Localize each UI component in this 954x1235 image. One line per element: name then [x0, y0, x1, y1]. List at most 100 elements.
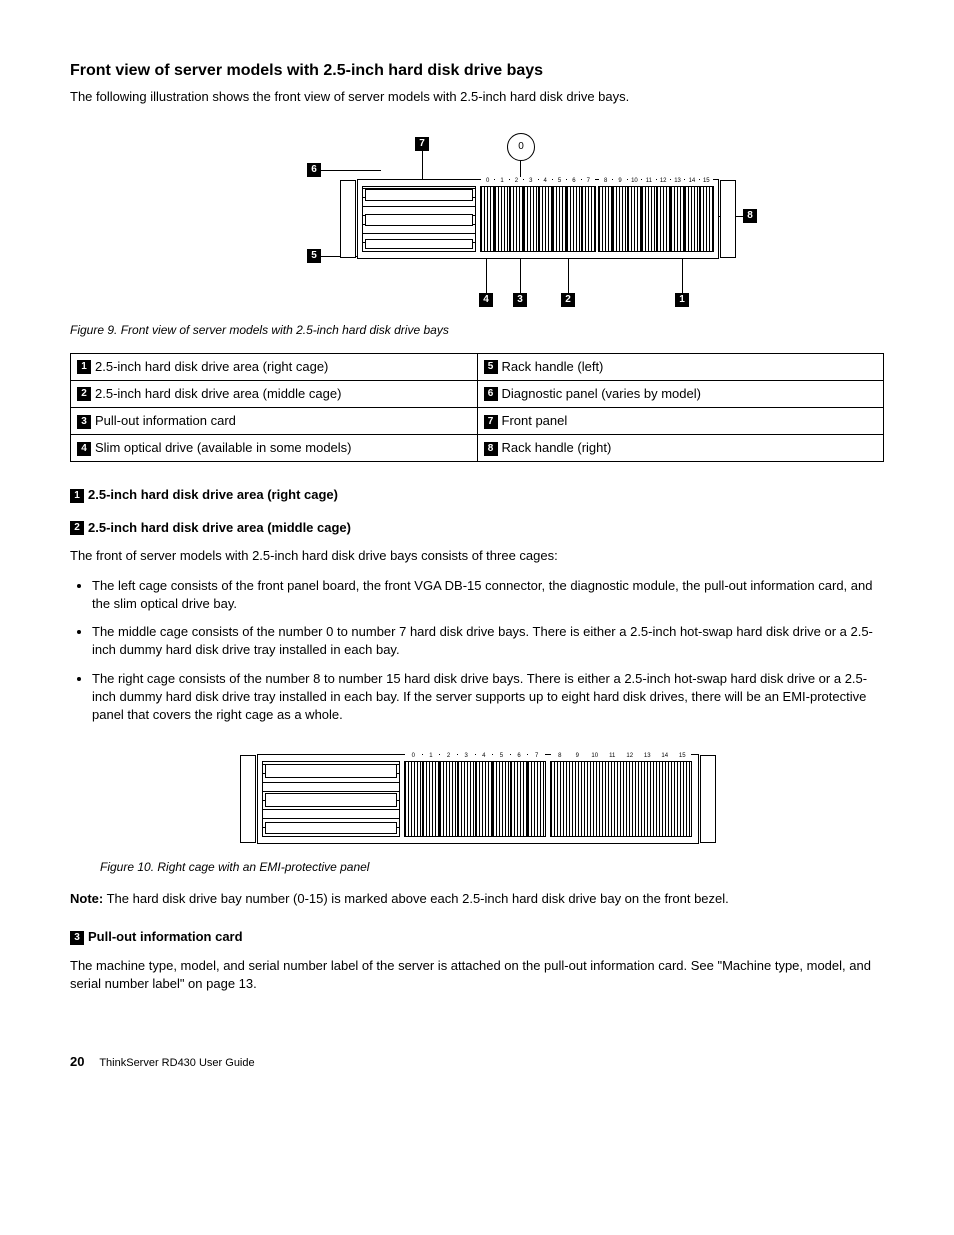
callout-5-badge: 5 [307, 249, 321, 263]
page-number: 20 [70, 1054, 84, 1069]
figure-9-caption: Figure 9. Front view of server models wi… [70, 322, 884, 339]
bay-label: 12 [657, 177, 670, 185]
page-footer: 20 ThinkServer RD430 User Guide [70, 1053, 884, 1071]
callout-1-badge: 1 [675, 293, 689, 307]
bay-label: 11 [642, 177, 655, 185]
bay-label: 1 [423, 752, 440, 760]
badge-3: 3 [77, 415, 91, 429]
left-cage-inner [263, 762, 399, 836]
bay-label: 14 [656, 752, 674, 760]
bullet-left-cage: The left cage consists of the front pane… [92, 577, 884, 613]
section-intro: The following illustration shows the fro… [70, 88, 884, 106]
bullet-right-cage: The right cage consists of the number 8 … [92, 670, 884, 725]
badge-1: 1 [77, 360, 91, 374]
bay-label: 4 [476, 752, 493, 760]
bay-label: 10 [628, 177, 641, 185]
leader-6 [321, 170, 381, 171]
badge-5: 5 [484, 360, 498, 374]
callout-6-badge: 6 [307, 163, 321, 177]
badge-8: 8 [484, 442, 498, 456]
bay-label: 1 [495, 177, 508, 185]
leader-4 [486, 257, 487, 293]
pullout-card-text: The machine type, model, and serial numb… [70, 957, 884, 993]
bay-label: 5 [553, 177, 566, 185]
callout-8-badge: 8 [743, 209, 757, 223]
bay-label: 15 [674, 752, 692, 760]
rack-handle-left [340, 180, 356, 258]
figure-10: 0 1 2 3 4 5 6 7 8 9 10 11 12 13 [70, 754, 884, 849]
callout-1-text: 2.5-inch hard disk drive area (right cag… [95, 359, 328, 374]
callout-2-text: 2.5-inch hard disk drive area (middle ca… [95, 386, 341, 401]
section-title: Front view of server models with 2.5-inc… [70, 60, 884, 82]
bay-label: 0 [481, 177, 494, 185]
bay-label: 13 [671, 177, 684, 185]
callout-3-badge: 3 [513, 293, 527, 307]
callout-3-text: Pull-out information card [95, 413, 236, 428]
callout-8-text: Rack handle (right) [502, 440, 612, 455]
bay-label: 2 [510, 177, 523, 185]
server-front-outline-emi: 0 1 2 3 4 5 6 7 8 9 10 11 12 13 [257, 754, 699, 844]
note-line: Note: The hard disk drive bay number (0-… [70, 890, 884, 908]
heading-badge-3: 3 [70, 931, 84, 945]
server-front-outline: 0 1 2 3 4 5 6 7 8 9 10 11 12 13 [357, 179, 719, 259]
leader-3 [520, 257, 521, 293]
bay-label: 3 [458, 752, 475, 760]
badge-2: 2 [77, 387, 91, 401]
callout-7-badge: 7 [415, 137, 429, 151]
bay-zero-circle: 0 [507, 133, 535, 161]
rack-handle-left [240, 755, 256, 843]
bay-label: 9 [613, 177, 626, 185]
bay-label: 13 [639, 752, 657, 760]
bay-label: 15 [700, 177, 713, 185]
figure-9: 7 0 6 5 8 4 3 2 1 [70, 137, 884, 312]
bay-label: 7 [582, 177, 595, 185]
bay-label: 14 [685, 177, 698, 185]
badge-4: 4 [77, 442, 91, 456]
bay-label: 11 [604, 752, 622, 760]
bay-label: 6 [511, 752, 528, 760]
middle-cage: 0 1 2 3 4 5 6 7 [480, 186, 596, 252]
heading-area-right-cage: 1 2.5-inch hard disk drive area (right ca… [70, 486, 884, 504]
figure-10-caption: Figure 10. Right cage with an EMI-protec… [100, 859, 884, 876]
bay-label: 8 [551, 752, 569, 760]
bay-label: 5 [493, 752, 510, 760]
heading-1-text: 2.5-inch hard disk drive area (right cag… [88, 487, 338, 502]
heading-badge-2: 2 [70, 521, 84, 535]
cages-intro: The front of server models with 2.5-inch… [70, 547, 884, 565]
callout-5-text: Rack handle (left) [502, 359, 604, 374]
badge-7: 7 [484, 415, 498, 429]
right-cage-emi-panel: 8 9 10 11 12 13 14 15 [550, 761, 692, 837]
heading-2-text: 2.5-inch hard disk drive area (middle ca… [88, 520, 351, 535]
callout-4-text: Slim optical drive (available in some mo… [95, 440, 352, 455]
bay-label: 10 [586, 752, 604, 760]
cages-bullet-list: The left cage consists of the front pane… [70, 577, 884, 724]
bullet-middle-cage: The middle cage consists of the number 0… [92, 623, 884, 659]
rack-handle-right [720, 180, 736, 258]
heading-badge-1: 1 [70, 489, 84, 503]
rack-handle-right [700, 755, 716, 843]
note-text: The hard disk drive bay number (0-15) is… [103, 891, 729, 906]
middle-cage: 0 1 2 3 4 5 6 7 [404, 761, 546, 837]
bay-label: 2 [440, 752, 457, 760]
doc-title: ThinkServer RD430 User Guide [99, 1057, 254, 1069]
left-cage-inner [363, 187, 475, 251]
bay-label: 12 [621, 752, 639, 760]
heading-3-text: Pull-out information card [88, 929, 243, 944]
heading-area-middle-cage: 2 2.5-inch hard disk drive area (middle c… [70, 519, 884, 537]
right-cage: 8 9 10 11 12 13 14 15 [598, 186, 714, 252]
bay-label: 7 [528, 752, 545, 760]
callout-table: 1 2.5-inch hard disk drive area (right ca… [70, 353, 884, 463]
bay-label: 4 [539, 177, 552, 185]
bay-label: 6 [567, 177, 580, 185]
note-label: Note: [70, 891, 103, 906]
heading-pullout-card: 3 Pull-out information card [70, 928, 884, 946]
badge-6: 6 [484, 387, 498, 401]
left-cage [362, 186, 476, 252]
bay-label: 0 [405, 752, 422, 760]
bay-label: 9 [569, 752, 587, 760]
callout-6-text: Diagnostic panel (varies by model) [502, 386, 701, 401]
callout-4-badge: 4 [479, 293, 493, 307]
bay-label: 8 [599, 177, 612, 185]
leader-7 [422, 151, 423, 179]
left-cage [262, 761, 400, 837]
